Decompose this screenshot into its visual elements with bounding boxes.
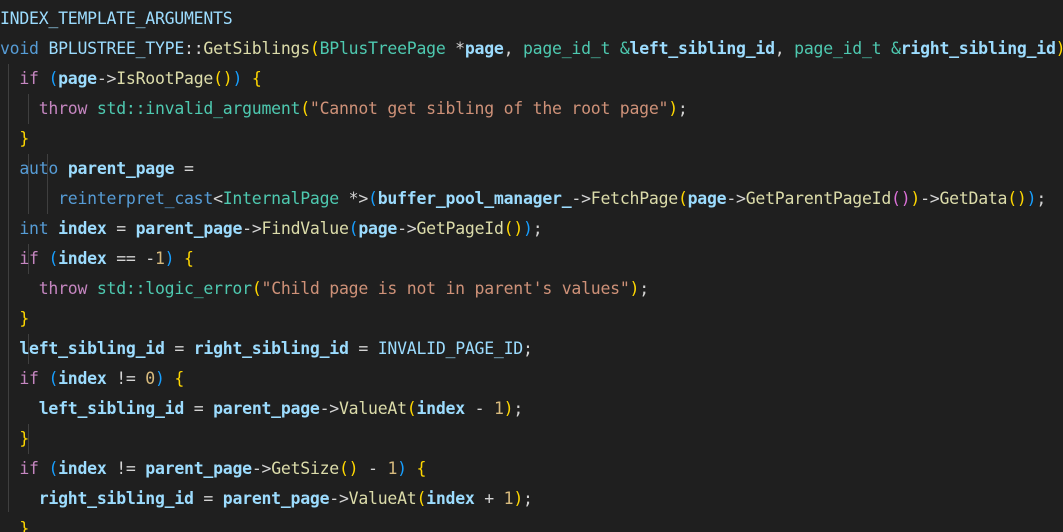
code-line-16[interactable]: if (index != parent_page->GetSize() - 1)… [0,454,1063,484]
string-literal-2: "Child page is not in parent's values" [261,279,630,298]
exception-invalid-argument: std::invalid_argument [96,99,301,118]
code-line-6[interactable]: auto parent_page = [0,154,1063,184]
param-right-sibling-id: right_sibling_id [900,39,1056,58]
code-line-9[interactable]: if (index == -1) { [0,244,1063,274]
method-name-token: GetSiblings [203,39,310,58]
code-line-4[interactable]: throw std::invalid_argument("Cannot get … [0,94,1063,124]
param-left-sibling-id: left_sibling_id [629,39,776,58]
param-page: page [464,39,504,58]
var-left-sibling-id: left_sibling_id [19,339,165,358]
keyword-if-2: if [19,249,39,268]
code-line-18[interactable]: } [0,514,1063,532]
code-lines: INDEX_TEMPLATE_ARGUMENTS void BPLUSTREE_… [0,4,1063,532]
paren-close: ) [1056,39,1063,58]
type-bplustreepage: BPlusTreePage [319,39,446,58]
type-pageidt-1: page_id_t [523,39,611,58]
type-internalpage: InternalPage [222,189,339,208]
local-parent-page: parent_page [67,159,175,178]
keyword-auto: auto [19,159,59,178]
call-getdata: GetData [939,189,1008,208]
keyword-int: int [19,219,49,238]
type-pageidt-2: page_id_t [794,39,882,58]
code-line-10[interactable]: throw std::logic_error("Child page is no… [0,274,1063,304]
code-line-7[interactable]: reinterpret_cast<InternalPage *>(buffer_… [0,184,1063,214]
keyword-throw-2: throw [38,279,88,298]
code-line-3[interactable]: if (page->IsRootPage()) { [0,64,1063,94]
code-line-17[interactable]: right_sibling_id = parent_page->ValueAt(… [0,484,1063,514]
call-getparentpageid: GetParentPageId [745,189,892,208]
call-getsize: GetSize [271,459,339,478]
call-getpageid-1: GetPageId [416,219,504,238]
call-valueat-2: ValueAt [348,489,417,508]
call-fetchpage: FetchPage [590,189,678,208]
code-line-8[interactable]: int index = parent_page->FindValue(page-… [0,214,1063,244]
paren-open: ( [309,39,320,58]
code-line-11[interactable]: } [0,304,1063,334]
var-right-sibling-id: right_sibling_id [193,339,349,358]
call-findvalue: FindValue [261,219,349,238]
exception-logic-error: std::logic_error [96,279,252,298]
keyword-if-4: if [19,459,39,478]
local-index: index [58,219,107,238]
keyword-throw-1: throw [38,99,88,118]
class-macro-token: BPLUSTREE_TYPE [48,39,185,58]
const-invalid-page-id: INVALID_PAGE_ID [377,339,524,358]
code-line-12[interactable]: left_sibling_id = right_sibling_id = INV… [0,334,1063,364]
member-buffer-pool-manager: buffer_pool_manager_ [377,189,572,208]
code-line-13[interactable]: if (index != 0) { [0,364,1063,394]
keyword-if-1: if [19,69,39,88]
number-zero: 0 [145,369,155,388]
string-literal-1: "Cannot get sibling of the root page" [309,99,669,118]
keyword-if-3: if [19,369,39,388]
call-isrootpage: IsRootPage [116,69,214,88]
code-line-2[interactable]: void BPLUSTREE_TYPE::GetSiblings(BPlusTr… [0,34,1063,64]
keyword-void: void [0,39,39,58]
code-line-15[interactable]: } [0,424,1063,454]
code-line-5[interactable]: } [0,124,1063,154]
number-minus-one: 1 [154,249,165,268]
code-line-14[interactable]: left_sibling_id = parent_page->ValueAt(i… [0,394,1063,424]
keyword-reinterpret-cast: reinterpret_cast [58,189,214,208]
code-line-1[interactable]: INDEX_TEMPLATE_ARGUMENTS [0,4,1063,34]
code-editor[interactable]: INDEX_TEMPLATE_ARGUMENTS void BPLUSTREE_… [0,0,1063,532]
call-valueat-1: ValueAt [338,399,407,418]
macro-token: INDEX_TEMPLATE_ARGUMENTS [0,9,233,28]
